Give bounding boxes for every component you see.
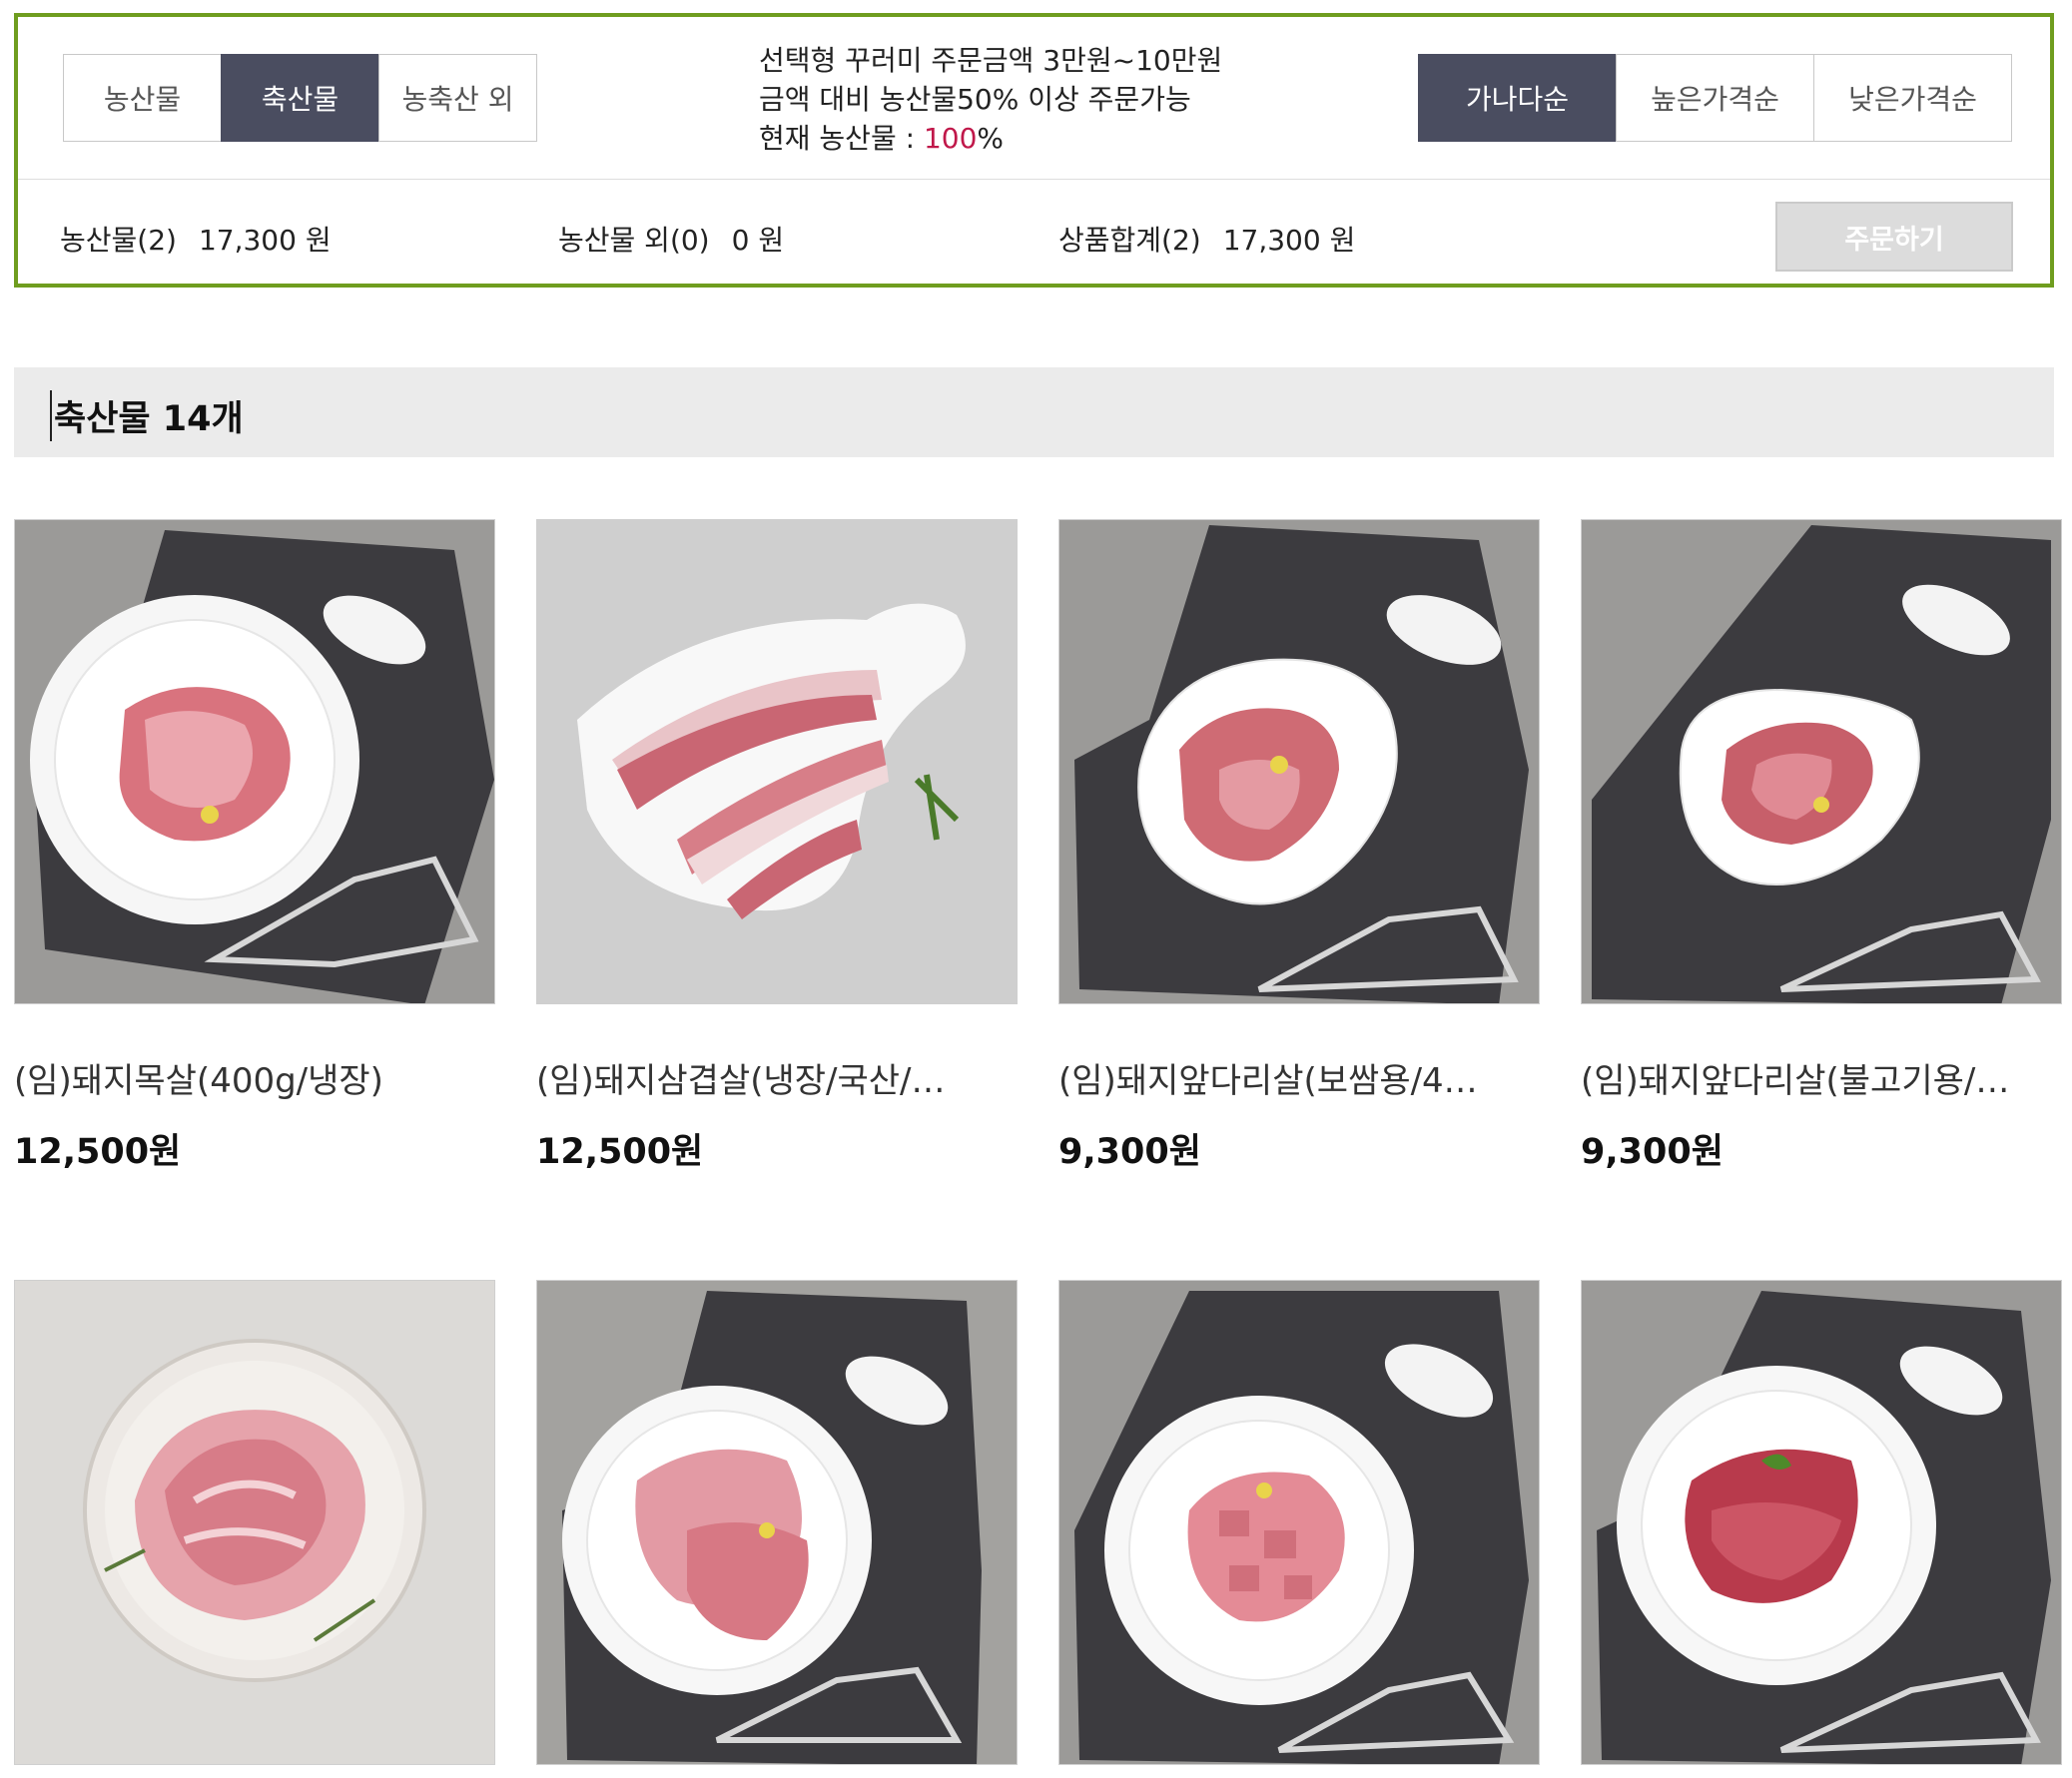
summary-farm: 농산물(2) 17,300 원 (60, 219, 332, 259)
sort-alphabetical[interactable]: 가나다순 (1418, 54, 1617, 142)
sort-price-high[interactable]: 높은가격순 (1616, 54, 1814, 142)
product-name[interactable]: (임)돼지앞다리살(불고기용/… (1581, 1053, 2062, 1102)
product-image[interactable] (1058, 1280, 1540, 1765)
sort-price-low[interactable]: 낮은가격순 (1813, 54, 2012, 142)
product-image[interactable] (536, 519, 1018, 1004)
summary-farm-amount: 17,300 원 (198, 224, 332, 257)
notice-ratio-label: 현재 농산물 : (759, 122, 924, 155)
order-button[interactable]: 주문하기 (1775, 202, 2013, 272)
product-card[interactable]: (임)돼지삼겹살(냉장/국산/… 12,500원 (536, 519, 1018, 1172)
summary-farm-label: 농산물(2) (60, 224, 177, 257)
product-card[interactable] (1058, 1280, 1540, 1765)
tab-agricultural[interactable]: 농산물 (63, 54, 222, 142)
notice-ratio-value: 100 (923, 122, 978, 155)
product-card[interactable]: (임)돼지목살(400g/냉장) 12,500원 (14, 519, 495, 1172)
notice-line-3: 현재 농산물 : 100% (759, 119, 1222, 158)
product-image[interactable] (1581, 519, 2062, 1004)
order-summary-panel: 농산물 축산물 농축산 외 선택형 꾸러미 주문금액 3만원~10만원 금액 대… (14, 13, 2054, 288)
summary-total: 상품합계(2) 17,300 원 (1058, 219, 1355, 259)
summary-other-amount: 0 원 (731, 224, 785, 257)
notice-line-2: 금액 대비 농산물50% 이상 주문가능 (759, 83, 1191, 116)
tab-other[interactable]: 농축산 외 (378, 54, 537, 142)
summary-other-label: 농산물 외(0) (558, 224, 710, 257)
tab-livestock[interactable]: 축산물 (221, 54, 379, 142)
product-image[interactable] (1058, 519, 1540, 1004)
product-name[interactable]: (임)돼지삼겹살(냉장/국산/… (536, 1053, 1018, 1102)
product-image[interactable] (14, 519, 495, 1004)
product-name[interactable]: (임)돼지목살(400g/냉장) (14, 1053, 495, 1102)
product-price: 12,500원 (536, 1132, 704, 1172)
product-card[interactable]: (임)돼지앞다리살(보쌈용/4… 9,300원 (1058, 519, 1540, 1172)
section-header: 축산물 14개 (14, 367, 2054, 457)
product-card[interactable]: (임)돼지앞다리살(불고기용/… 9,300원 (1581, 519, 2062, 1172)
product-image[interactable] (536, 1280, 1018, 1765)
product-image[interactable] (1581, 1280, 2062, 1765)
product-card[interactable] (1581, 1280, 2062, 1765)
product-price: 9,300원 (1581, 1132, 1724, 1172)
panel-divider (18, 179, 2050, 180)
category-tabs: 농산물 축산물 농축산 외 (63, 54, 537, 142)
product-name[interactable]: (임)돼지앞다리살(보쌈용/4… (1058, 1053, 1540, 1102)
product-card[interactable] (14, 1280, 495, 1765)
notice-line-1: 선택형 꾸러미 주문금액 3만원~10만원 (759, 44, 1223, 77)
summary-total-label: 상품합계(2) (1058, 224, 1201, 257)
summary-other: 농산물 외(0) 0 원 (558, 219, 784, 259)
order-notice: 선택형 꾸러미 주문금액 3만원~10만원 금액 대비 농산물50% 이상 주문… (759, 41, 1222, 158)
sort-options: 가나다순 높은가격순 낮은가격순 (1418, 54, 2012, 142)
page: 농산물 축산물 농축산 외 선택형 꾸러미 주문금액 3만원~10만원 금액 대… (0, 0, 2072, 1778)
section-title: 축산물 14개 (50, 390, 244, 441)
product-card[interactable] (536, 1280, 1018, 1765)
summary-total-amount: 17,300 원 (1222, 224, 1356, 257)
product-price: 12,500원 (14, 1132, 182, 1172)
notice-ratio-unit: % (977, 122, 1004, 155)
product-price: 9,300원 (1058, 1132, 1201, 1172)
product-image[interactable] (14, 1280, 495, 1765)
